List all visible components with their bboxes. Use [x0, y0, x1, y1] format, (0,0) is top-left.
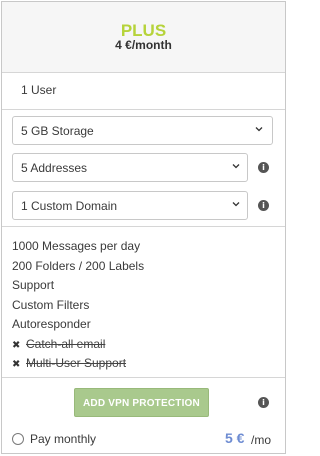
- addresses-row: 5 Addresses i: [2, 148, 285, 186]
- storage-row: 5 GB Storage: [2, 110, 285, 148]
- monthly-price-amount: 5 €: [225, 430, 245, 446]
- storage-select[interactable]: 5 GB Storage: [12, 116, 273, 145]
- feature-label: 200 Folders / 200 Labels: [12, 258, 145, 273]
- domain-row: 1 Custom Domain i: [2, 187, 285, 225]
- chevron-down-icon: [255, 127, 263, 132]
- feature-label: 1000 Messages per day: [12, 239, 141, 253]
- chevron-down-icon: [232, 202, 240, 207]
- storage-select-value: 5 GB Storage: [21, 124, 94, 138]
- feature-label: Custom Filters: [12, 297, 90, 312]
- feature-item: ✖ Multi-User Support: [12, 354, 275, 374]
- addresses-select[interactable]: 5 Addresses: [12, 153, 248, 182]
- feature-label: Autoresponder: [12, 317, 91, 331]
- divider: [2, 226, 285, 227]
- users-row: 1 User: [2, 73, 285, 110]
- chevron-down-icon: [232, 164, 240, 169]
- feature-item: Autoresponder: [12, 315, 275, 335]
- monthly-price-unit: /mo: [251, 433, 272, 447]
- info-icon[interactable]: i: [258, 162, 269, 173]
- feature-item: Support: [12, 276, 275, 296]
- feature-item: Custom Filters: [12, 296, 275, 316]
- custom-domain-select[interactable]: 1 Custom Domain: [12, 191, 248, 220]
- feature-label: Multi-User Support: [26, 356, 127, 370]
- divider: [2, 377, 285, 378]
- pay-monthly-radio[interactable]: [12, 433, 24, 445]
- billing-footer: Pay monthly 5 € /mo: [2, 426, 285, 454]
- addresses-select-value: 5 Addresses: [21, 161, 88, 175]
- feature-item: 200 Folders / 200 Labels: [12, 257, 275, 277]
- feature-item: 1000 Messages per day: [12, 237, 275, 257]
- custom-domain-select-value: 1 Custom Domain: [21, 199, 118, 213]
- add-vpn-protection-button[interactable]: ADD VPN PROTECTION: [74, 388, 209, 417]
- info-icon[interactable]: i: [258, 200, 269, 211]
- feature-label: Support: [12, 278, 55, 292]
- plan-price: 4 €/month: [115, 38, 172, 52]
- feature-label: Catch-all email: [26, 336, 106, 351]
- plan-card: PLUS 4 €/month 1 User 5 GB Storage 5 Add…: [1, 1, 286, 454]
- features-list: 1000 Messages per day 200 Folders / 200 L…: [12, 237, 275, 374]
- close-icon: ✖: [12, 339, 21, 351]
- close-icon: ✖: [12, 359, 21, 370]
- users-count: 1 User: [21, 83, 57, 97]
- plan-header: PLUS 4 €/month: [2, 2, 285, 73]
- feature-item: ✖ Catch-all email: [12, 335, 275, 355]
- info-icon[interactable]: i: [258, 397, 269, 408]
- pay-monthly-label[interactable]: Pay monthly: [30, 432, 96, 446]
